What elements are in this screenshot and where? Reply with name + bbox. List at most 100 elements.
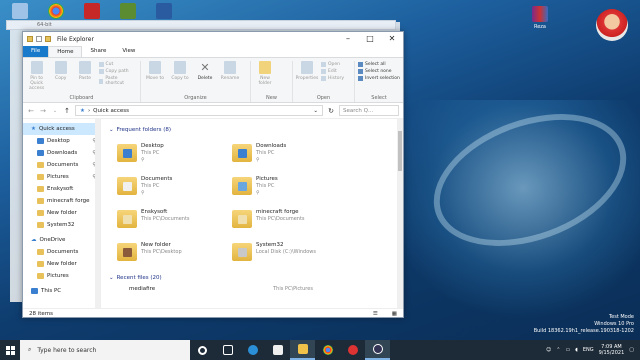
sidebar-item-label: Pictures [47, 273, 69, 279]
history-button[interactable]: History [321, 76, 349, 81]
frequent-folder-item[interactable]: Enskysoft This PC\Documents [117, 207, 232, 234]
minecraft-icon[interactable] [120, 3, 136, 19]
sidebar-item[interactable]: System32 [23, 219, 100, 231]
folder-overlay-icon [238, 182, 247, 191]
language-indicator[interactable]: ENG [583, 347, 594, 353]
folder-icon [37, 222, 44, 228]
folder-icon [232, 210, 252, 228]
minimize-button[interactable]: – [337, 32, 359, 46]
sidebar-item[interactable]: ☁ OneDrive [23, 234, 100, 246]
pdf-icon[interactable] [84, 3, 100, 19]
taskbar-search[interactable]: ⌕ Type here to search [20, 340, 190, 360]
folder-icon [37, 273, 44, 279]
notifications-icon[interactable]: ▢ [629, 347, 634, 353]
chrome-icon[interactable] [48, 3, 64, 19]
select-all-button[interactable]: Select all [358, 62, 400, 67]
select-none-button[interactable]: Select none [358, 69, 400, 74]
refresh-icon[interactable]: ↻ [327, 107, 335, 115]
list-item[interactable]: mediafire This PC\Pictures [109, 283, 397, 295]
chrome-taskbar-icon[interactable] [315, 340, 340, 360]
sidebar-item[interactable]: This PC [23, 285, 100, 297]
frequent-folders-header[interactable]: ⌄ Frequent folders (8) [109, 125, 397, 135]
tab-home[interactable]: Home [48, 46, 83, 57]
copy-icon [54, 61, 67, 74]
windows-watermark: Test Mode Windows 10 Pro Build 18362.19h… [533, 314, 634, 334]
properties-icon[interactable] [36, 36, 42, 42]
tab-file[interactable]: File [23, 46, 49, 57]
edge-icon[interactable] [240, 340, 265, 360]
frequent-folder-item[interactable]: minecraft forge This PC\Documents [232, 207, 347, 234]
app-icon[interactable] [156, 3, 172, 19]
tray-person-icon[interactable]: ☺ [546, 347, 551, 353]
folder-icon [232, 243, 252, 261]
frequent-folder-item[interactable]: Pictures This PC ⚲ [232, 174, 347, 201]
frequent-folder-item[interactable]: Documents This PC ⚲ [117, 174, 232, 201]
paste-shortcut-button[interactable]: Paste shortcut [99, 76, 137, 86]
frequent-folder-item[interactable]: System32 Local Disk (C:)\Windows [232, 240, 347, 267]
folder-icon [37, 150, 44, 156]
cortana-icon[interactable] [190, 340, 215, 360]
folder-icon[interactable] [27, 36, 33, 42]
start-button[interactable] [0, 340, 20, 360]
content-scrollbar[interactable] [397, 119, 403, 308]
network-icon[interactable]: ▭ [565, 347, 570, 353]
search-input[interactable]: Search Q... [339, 105, 399, 116]
copy-path-button[interactable]: Copy path [99, 69, 137, 74]
title-bar[interactable]: File Explorer – □ ✕ [23, 32, 403, 46]
clock[interactable]: 7:09 AM 9/15/2021 [599, 344, 625, 356]
obs-taskbar-icon[interactable] [365, 340, 390, 360]
scroll-thumb[interactable] [398, 131, 402, 171]
new-folder-icon[interactable] [45, 36, 51, 42]
sidebar-item[interactable]: ★ Quick access [23, 123, 100, 135]
sidebar-item[interactable]: minecraft forge [23, 195, 100, 207]
address-bar[interactable]: ★ › Quick access ⌄ [75, 105, 323, 116]
tab-view[interactable]: View [114, 46, 143, 57]
edit-button[interactable]: Edit [321, 69, 349, 74]
app-taskbar-icon[interactable] [340, 340, 365, 360]
sidebar-item[interactable]: Desktop⚲ [23, 135, 100, 147]
address-dropdown-icon[interactable]: ⌄ [313, 108, 318, 114]
recent-locations-icon[interactable]: ⌄ [51, 108, 59, 114]
tab-share[interactable]: Share [82, 46, 114, 57]
sidebar-item[interactable]: Documents [23, 246, 100, 258]
tiles-view-icon[interactable]: ▦ [392, 311, 397, 317]
organize-group: Move to Copy to ✕ Delete Rename Organize [141, 61, 251, 102]
profile-photo[interactable] [596, 9, 628, 41]
up-arrow-icon[interactable]: ↑ [63, 107, 71, 115]
task-view-icon[interactable] [215, 340, 240, 360]
winrar-icon[interactable] [532, 6, 548, 22]
sidebar-item[interactable]: New folder [23, 207, 100, 219]
frequent-folder-item[interactable]: New folder This PC\Desktop [117, 240, 232, 267]
forward-arrow-icon[interactable]: → [39, 107, 47, 115]
sidebar-item[interactable]: Documents⚲ [23, 159, 100, 171]
maximize-button[interactable]: □ [359, 32, 381, 46]
ribbon: Pin to Quick access Copy Paste Cut Copy … [23, 57, 403, 103]
volume-icon[interactable]: ◖ [575, 347, 578, 353]
frequent-folder-item[interactable]: Downloads This PC ⚲ [232, 141, 347, 168]
cut-button[interactable]: Cut [99, 62, 137, 67]
sidebar-item[interactable]: Enskysoft [23, 183, 100, 195]
details-view-icon[interactable]: ☰ [373, 311, 378, 317]
recent-files-header[interactable]: ⌄ Recent files (20) [109, 273, 397, 283]
store-icon[interactable] [265, 340, 290, 360]
sidebar-item[interactable]: Pictures⚲ [23, 171, 100, 183]
chevron-down-icon: ⌄ [109, 275, 114, 281]
open-button[interactable]: Open [321, 62, 349, 67]
folder-overlay-icon [123, 149, 132, 158]
breadcrumb-quick-access[interactable]: Quick access [93, 108, 129, 114]
folder-overlay-icon [123, 215, 132, 224]
back-arrow-icon[interactable]: ← [27, 107, 35, 115]
sidebar-item[interactable]: New folder [23, 258, 100, 270]
chevron-up-icon[interactable]: ⌃ [556, 347, 560, 353]
close-button[interactable]: ✕ [381, 32, 403, 46]
sidebar-item[interactable]: Downloads⚲ [23, 147, 100, 159]
quick-access-toolbar [27, 36, 51, 42]
folder-location: Local Disk (C:)\Windows [256, 249, 316, 255]
invert-selection-button[interactable]: Invert selection [358, 76, 400, 81]
sidebar-item[interactable]: Pictures [23, 270, 100, 282]
file-explorer-taskbar-icon[interactable] [290, 340, 315, 360]
frequent-folder-item[interactable]: Desktop This PC ⚲ [117, 141, 232, 168]
nav-scrollbar[interactable] [95, 119, 100, 308]
recycle-bin-icon[interactable] [12, 3, 28, 19]
sidebar-item-label: New folder [47, 261, 77, 267]
